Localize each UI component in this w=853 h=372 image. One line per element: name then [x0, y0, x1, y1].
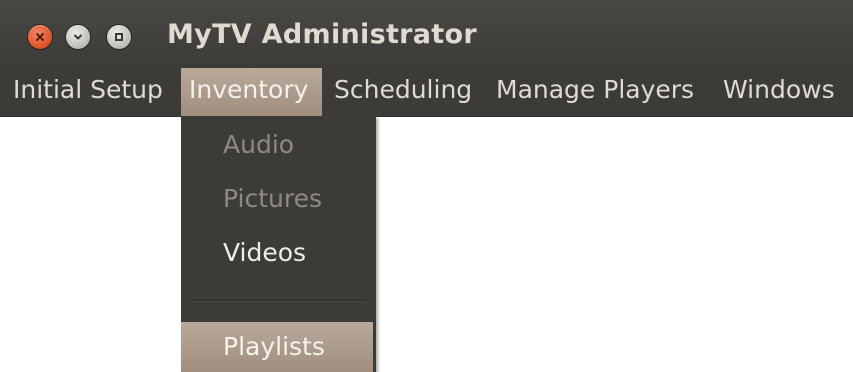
- menu-inventory[interactable]: Inventory: [181, 68, 322, 116]
- menu-item-pictures[interactable]: Pictures: [181, 176, 376, 222]
- minimize-window-button[interactable]: [66, 25, 90, 49]
- menu-windows[interactable]: Windows: [721, 68, 837, 116]
- menu-manage-players[interactable]: Manage Players: [494, 68, 696, 116]
- app-window: MyTV Administrator Initial Setup Invento…: [0, 0, 853, 372]
- menu-item-videos[interactable]: Videos: [181, 230, 376, 276]
- title-bar: MyTV Administrator: [0, 0, 853, 68]
- menu-item-audio[interactable]: Audio: [181, 122, 376, 168]
- window-title: MyTV Administrator: [167, 19, 477, 50]
- menu-initial-setup[interactable]: Initial Setup: [11, 68, 165, 116]
- menu-item-playlists[interactable]: Playlists: [181, 322, 373, 372]
- close-icon: [34, 31, 46, 43]
- maximize-window-button[interactable]: [107, 25, 131, 49]
- menu-separator: [189, 300, 367, 302]
- maximize-icon: [113, 31, 125, 43]
- menu-scheduling[interactable]: Scheduling: [332, 68, 474, 116]
- menu-bar: Initial Setup Inventory Scheduling Manag…: [0, 68, 853, 117]
- inventory-dropdown-menu: Audio Pictures Videos Playlists: [181, 116, 376, 372]
- close-window-button[interactable]: [28, 25, 52, 49]
- minimize-icon: [72, 31, 84, 43]
